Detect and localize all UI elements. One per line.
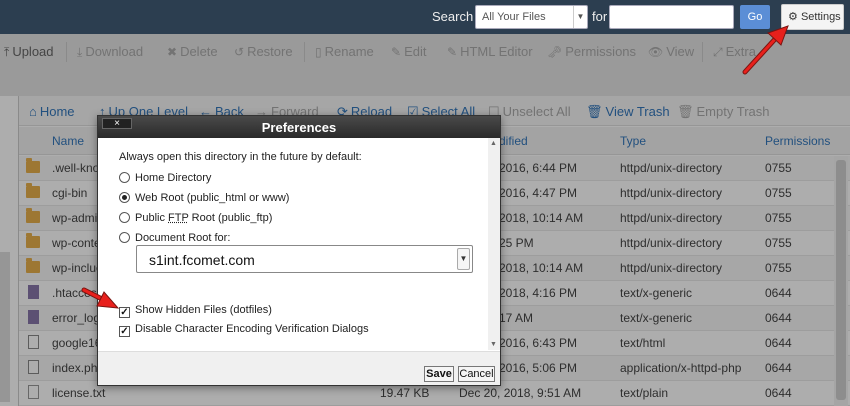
dialog-footer: Save Cancel [98,351,500,385]
settings-button[interactable]: ⚙ Settings [781,4,844,30]
chevron-down-icon: ▼ [573,6,587,28]
search-label: Search [432,9,474,24]
save-button[interactable]: Save [424,366,454,382]
top-bar: Search All Your Files ▼ for Go ⚙ Setting… [0,0,850,34]
search-input[interactable] [609,5,734,29]
dialog-header: Preferences × [98,116,500,138]
radio-document-root[interactable]: Document Root for: [119,232,230,244]
go-button[interactable]: Go [740,5,770,29]
dialog-body: Always open this directory in the future… [99,138,487,350]
document-root-select[interactable]: s1int.fcomet.com ▼ [136,245,473,273]
checkbox-checked[interactable]: ✓ [119,326,130,337]
search-scope-select[interactable]: All Your Files ▼ [475,5,588,29]
preferences-dialog: Preferences × Always open this directory… [97,115,501,386]
dialog-title: Preferences [261,120,337,135]
radio-button[interactable] [119,172,130,183]
chevron-down-icon: ▼ [457,248,470,270]
for-label: for [592,9,608,24]
radio-web-root[interactable]: Web Root (public_html or www) [119,192,289,204]
radio-button-checked[interactable] [119,192,130,203]
gear-icon: ⚙ [788,11,798,23]
checkbox-disable-encoding-verification[interactable]: ✓ Disable Character Encoding Verification… [119,323,369,337]
radio-home-directory[interactable]: Home Directory [119,172,211,184]
radio-public-ftp-root[interactable]: Public FTP Root (public_ftp) [119,212,272,224]
checkbox-show-hidden-files[interactable]: ✓ Show Hidden Files (dotfiles) [119,304,272,318]
close-button[interactable]: × [102,118,132,129]
search-scope-value: All Your Files [482,11,546,23]
scroll-up-icon[interactable]: ▲ [490,140,497,147]
settings-label: Settings [800,11,841,23]
dialog-intro-text: Always open this directory in the future… [119,151,362,163]
radio-button[interactable] [119,232,130,243]
scroll-down-icon[interactable]: ▼ [490,341,497,348]
checkbox-checked[interactable]: ✓ [119,307,130,318]
radio-button[interactable] [119,212,130,223]
dialog-scrollbar[interactable]: ▲ ▼ [488,138,500,350]
cancel-button[interactable]: Cancel [458,366,495,382]
document-root-value: s1int.fcomet.com [149,252,255,268]
